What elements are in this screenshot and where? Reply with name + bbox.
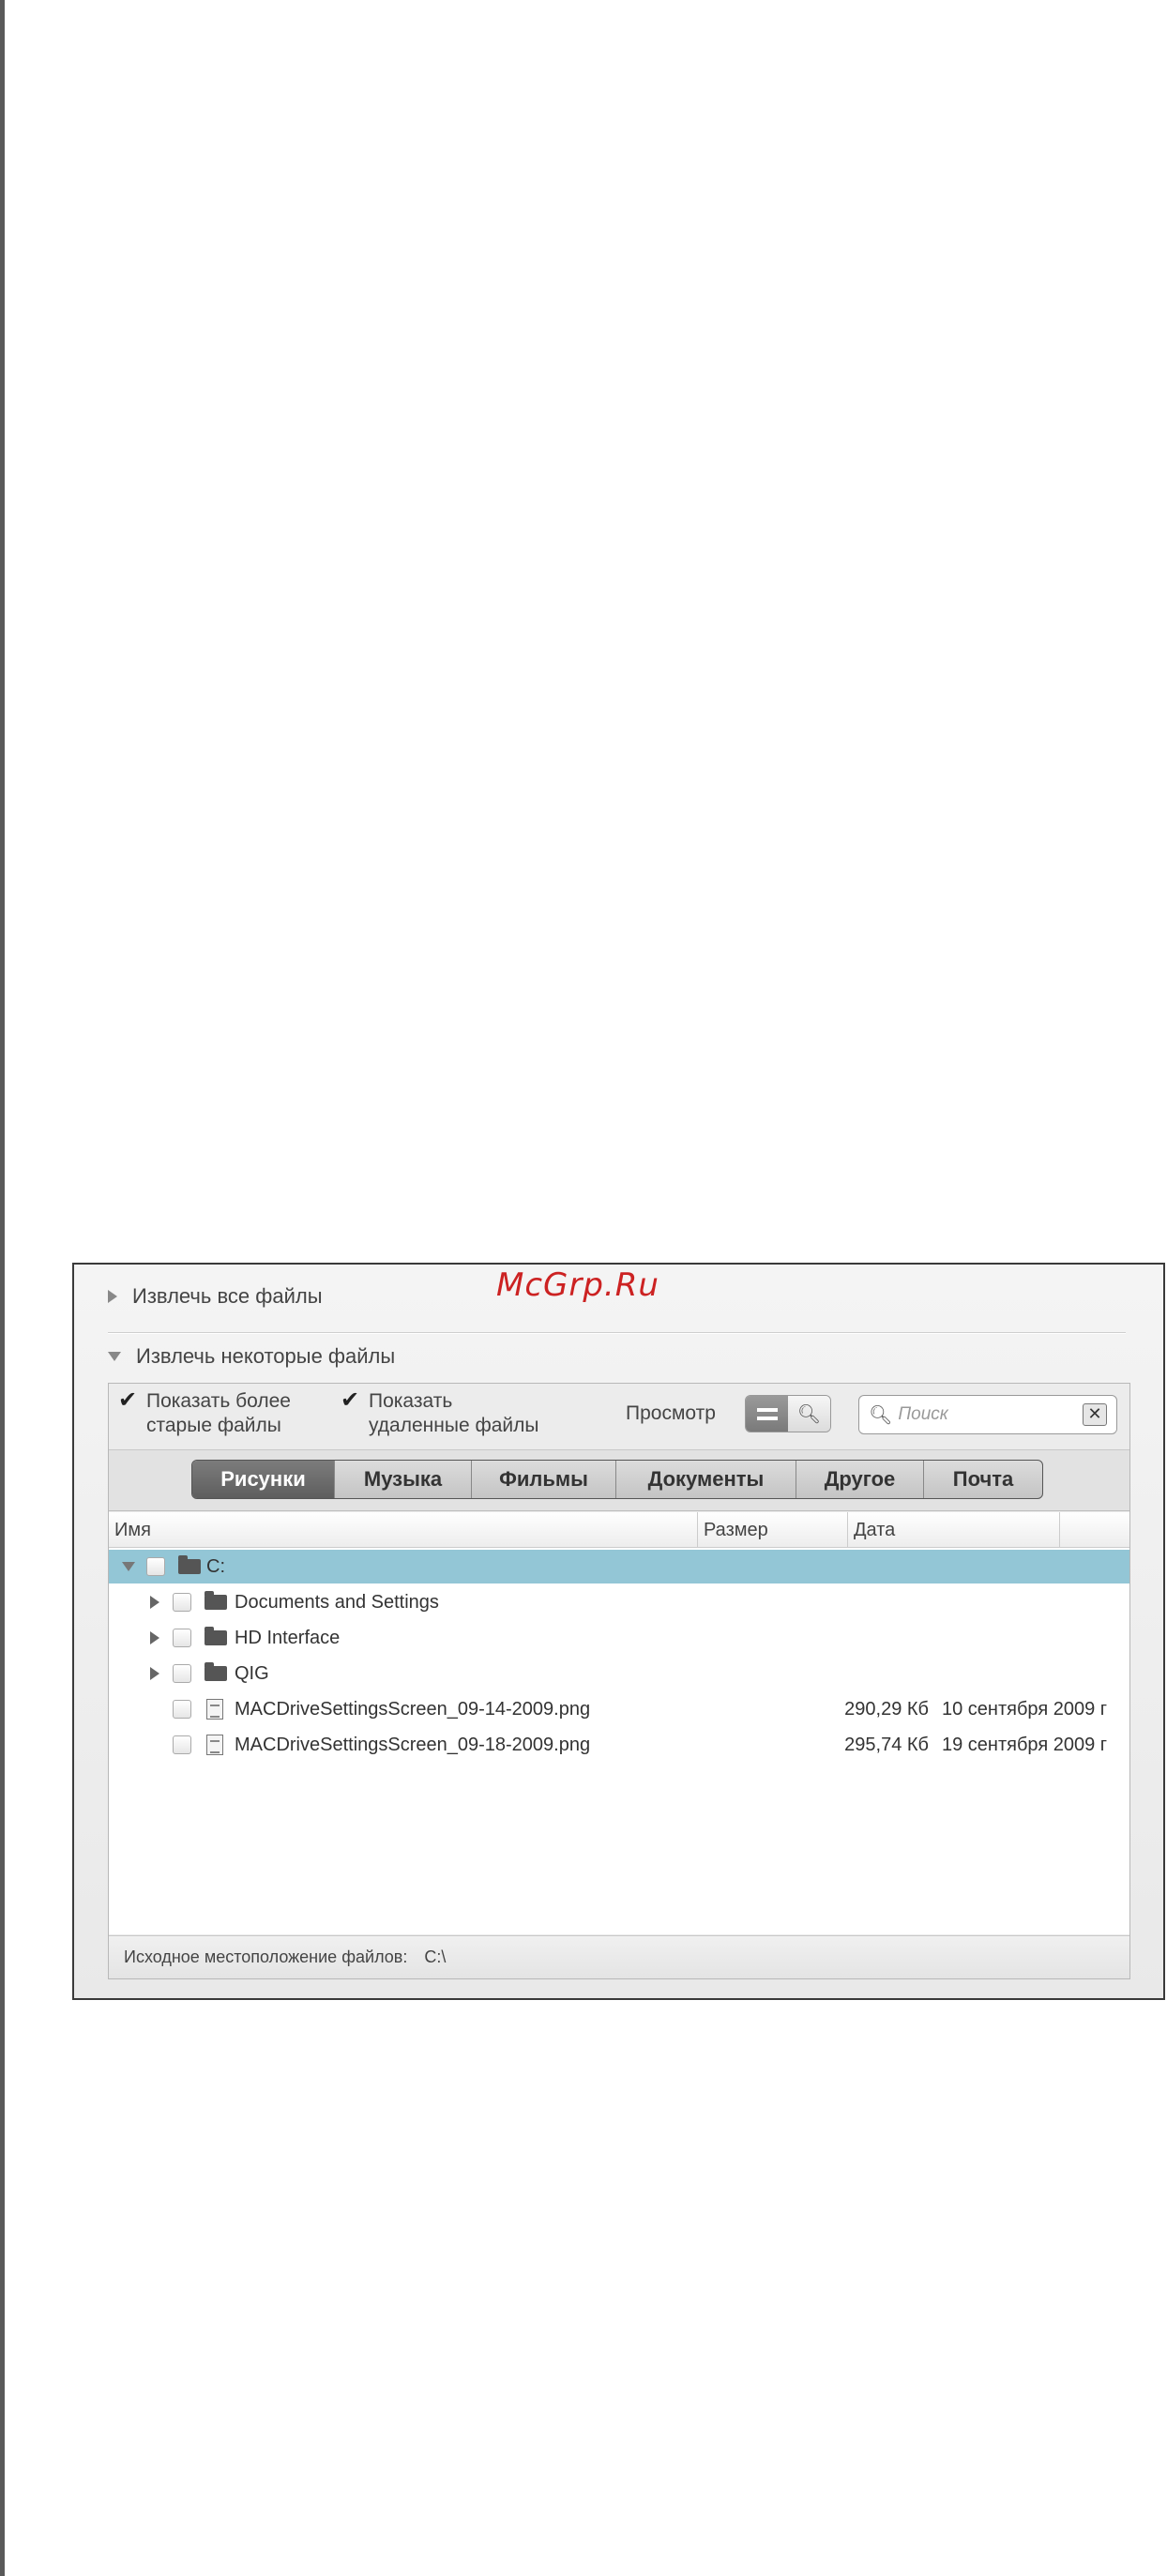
collapse-down-icon [108, 1352, 121, 1361]
show-deleted-label-line1: Показать [369, 1390, 453, 1412]
row-date: 19 сентября 2009 г [942, 1734, 1108, 1755]
row-name: HD Interface [235, 1627, 341, 1648]
row-checkbox[interactable] [173, 1700, 191, 1719]
tab-other[interactable]: Другое [796, 1461, 924, 1498]
tree-row[interactable]: QIG [109, 1657, 1129, 1690]
status-value: C:\ [424, 1947, 447, 1966]
tree-row[interactable]: HD Interface [109, 1621, 1129, 1655]
row-name: C: [206, 1555, 225, 1577]
row-checkbox[interactable] [173, 1735, 191, 1754]
tab-movies[interactable]: Фильмы [472, 1461, 616, 1498]
search-box: 🔍︎ ✕ [858, 1395, 1117, 1434]
tab-pictures[interactable]: Рисунки [192, 1461, 335, 1498]
column-size[interactable]: Размер [698, 1512, 848, 1548]
tab-mail[interactable]: Почта [924, 1461, 1042, 1498]
expand-right-icon[interactable] [150, 1596, 159, 1609]
folder-icon [205, 1591, 227, 1610]
column-date[interactable]: Дата [848, 1512, 1060, 1548]
tab-music[interactable]: Музыка [335, 1461, 472, 1498]
row-checkbox[interactable] [173, 1629, 191, 1647]
checkmark-icon[interactable]: ✔ [118, 1389, 137, 1412]
extract-some-label: Извлечь некоторые файлы [136, 1344, 396, 1368]
watermark-text: McGrp.Ru [496, 1266, 659, 1304]
show-older-label-line1: Показать более [146, 1390, 291, 1412]
row-name: MACDriveSettingsScreen_09-14-2009.png [235, 1698, 591, 1720]
category-tab-strip: Рисунки Музыка Фильмы Документы Другое П… [109, 1449, 1129, 1511]
file-icon [206, 1699, 223, 1720]
file-row[interactable]: MACDriveSettingsScreen_09-18-2009.png 29… [109, 1728, 1129, 1762]
list-icon [756, 1407, 778, 1412]
folder-icon [205, 1662, 227, 1681]
restore-panel: McGrp.Ru Извлечь все файлы Извлечь некот… [72, 1263, 1165, 2000]
section-divider [108, 1332, 1126, 1334]
extract-all-label: Извлечь все файлы [132, 1284, 323, 1308]
row-size: 290,29 Кб [844, 1698, 929, 1720]
tree-row-root[interactable]: C: [109, 1550, 1129, 1583]
row-size: 295,74 Кб [844, 1734, 929, 1755]
show-deleted-label-line2: удаленные файлы [369, 1415, 539, 1436]
category-tabs: Рисунки Музыка Фильмы Документы Другое П… [191, 1460, 1043, 1499]
collapse-down-icon[interactable] [122, 1562, 135, 1571]
search-icon: 🔍︎ [869, 1404, 893, 1426]
show-older-option[interactable]: ✔ Показать более старые файлы [118, 1389, 291, 1438]
tree-row[interactable]: Documents and Settings [109, 1585, 1129, 1619]
view-label: Просмотр [626, 1402, 716, 1424]
row-name: MACDriveSettingsScreen_09-18-2009.png [235, 1734, 591, 1755]
row-date: 10 сентября 2009 г [942, 1698, 1108, 1720]
status-label: Исходное местоположение файлов: [124, 1947, 408, 1966]
expand-right-icon[interactable] [150, 1667, 159, 1680]
file-row[interactable]: MACDriveSettingsScreen_09-14-2009.png 29… [109, 1692, 1129, 1726]
file-browser: ✔ Показать более старые файлы ✔ Показать… [108, 1383, 1130, 1979]
row-name: Documents and Settings [235, 1591, 439, 1613]
show-deleted-option[interactable]: ✔ Показать удаленные файлы [341, 1389, 539, 1438]
list-view-button[interactable] [746, 1396, 788, 1432]
show-older-label-line2: старые файлы [146, 1415, 281, 1436]
search-icon: 🔍︎ [796, 1403, 822, 1425]
tab-documents[interactable]: Документы [616, 1461, 796, 1498]
row-checkbox[interactable] [146, 1557, 165, 1576]
folder-icon [178, 1555, 201, 1574]
search-input[interactable] [898, 1404, 1068, 1425]
expand-right-icon [108, 1290, 117, 1303]
file-list: Имя Размер Дата C: Documents and Setting… [109, 1512, 1129, 1934]
extract-some-header[interactable]: Извлечь некоторые файлы [108, 1340, 395, 1373]
view-toggle[interactable]: 🔍︎ [745, 1395, 831, 1432]
options-bar: ✔ Показать более старые файлы ✔ Показать… [109, 1384, 1129, 1447]
row-checkbox[interactable] [173, 1664, 191, 1683]
file-icon [206, 1735, 223, 1755]
extract-all-header[interactable]: Извлечь все файлы [108, 1280, 323, 1313]
column-name[interactable]: Имя [109, 1512, 698, 1548]
checkmark-icon[interactable]: ✔ [341, 1389, 359, 1412]
status-bar: Исходное местоположение файлов: C:\ [109, 1935, 1129, 1978]
row-name: QIG [235, 1662, 269, 1684]
clear-search-button[interactable]: ✕ [1083, 1403, 1107, 1426]
column-header: Имя Размер Дата [109, 1512, 1129, 1548]
search-view-button[interactable]: 🔍︎ [788, 1396, 830, 1432]
row-checkbox[interactable] [173, 1593, 191, 1612]
page-edge [0, 0, 5, 2576]
folder-icon [205, 1627, 227, 1645]
expand-right-icon[interactable] [150, 1631, 159, 1644]
